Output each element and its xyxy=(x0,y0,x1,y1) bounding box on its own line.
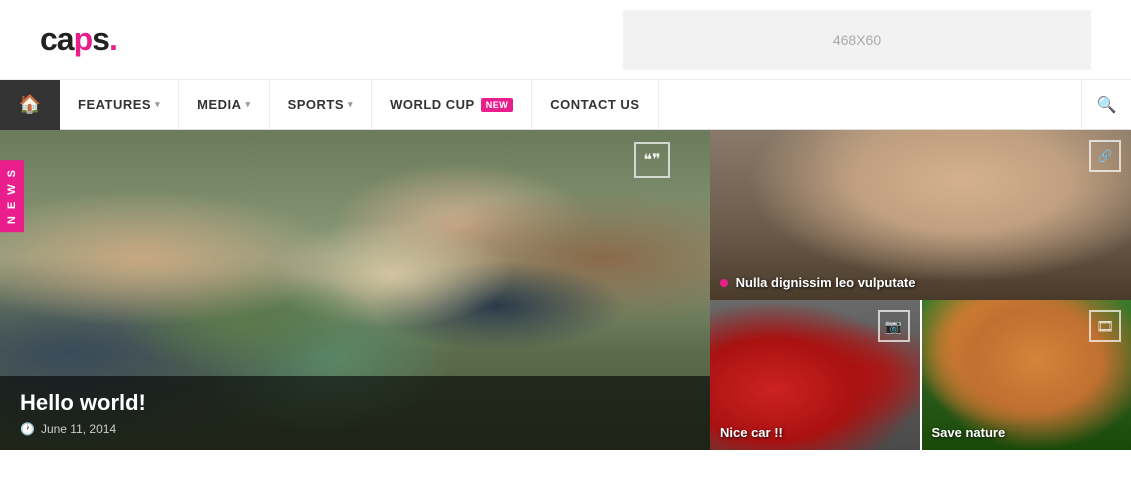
sidebar-top-caption: Nulla dignissim leo vulputate xyxy=(720,275,916,290)
search-icon: 🔍 xyxy=(1097,95,1117,115)
nav-media[interactable]: MEDIA ▾ xyxy=(179,80,269,130)
logo-p: p xyxy=(74,21,93,57)
quote-icon: ❝❞ xyxy=(634,142,670,178)
article-info: Hello world! 🕐 June 11, 2014 xyxy=(0,376,710,450)
car-article[interactable]: 📷 Nice car !! xyxy=(710,300,922,450)
logo[interactable]: caps. xyxy=(40,21,117,58)
ad-banner: 468X60 xyxy=(623,10,1091,70)
dot-red xyxy=(720,279,728,287)
home-icon: 🏠 xyxy=(19,94,41,115)
nav-sports[interactable]: SPORTS ▾ xyxy=(270,80,373,130)
new-badge: NEW xyxy=(481,98,514,112)
sidebar-articles: 🔗 Nulla dignissim leo vulputate 📷 Nice c… xyxy=(710,130,1131,450)
chevron-down-icon: ▾ xyxy=(246,99,251,110)
nav-world-cup-label: WORLD CUP xyxy=(390,97,475,112)
header: caps. 468X60 xyxy=(0,0,1131,80)
logo-ca: ca xyxy=(40,21,74,57)
logo-s: s. xyxy=(92,21,117,57)
nav-world-cup[interactable]: WORLD CUP NEW xyxy=(372,80,532,130)
navbar: 🏠 FEATURES ▾ MEDIA ▾ SPORTS ▾ WORLD CUP … xyxy=(0,80,1131,130)
link-icon: 🔗 xyxy=(1089,140,1121,172)
nature-caption: Save nature xyxy=(932,425,1006,440)
main-content: N E W S ❝❞ Hello world! 🕐 June 11, 2014 … xyxy=(0,130,1131,450)
film-icon: 🎞 xyxy=(1089,310,1121,342)
nav-media-label: MEDIA xyxy=(197,97,241,112)
nav-contact-us[interactable]: CONTACT US xyxy=(532,80,658,130)
ad-banner-label: 468X60 xyxy=(833,32,881,48)
camera-icon: 📷 xyxy=(878,310,910,342)
nav-sports-label: SPORTS xyxy=(288,97,344,112)
nature-article[interactable]: 🎞 Save nature xyxy=(922,300,1131,450)
article-date-text: June 11, 2014 xyxy=(41,422,116,436)
sidebar-top-caption-text: Nulla dignissim leo vulputate xyxy=(736,275,916,290)
nav-features[interactable]: FEATURES ▾ xyxy=(60,80,179,130)
sidebar-top-article[interactable]: 🔗 Nulla dignissim leo vulputate xyxy=(710,130,1131,300)
chevron-down-icon: ▾ xyxy=(348,99,353,110)
clock-icon: 🕐 xyxy=(20,422,35,436)
article-date: 🕐 June 11, 2014 xyxy=(20,422,690,436)
search-button[interactable]: 🔍 xyxy=(1081,80,1131,130)
chevron-down-icon: ▾ xyxy=(155,99,160,110)
news-tag: N E W S xyxy=(0,160,24,232)
article-title: Hello world! xyxy=(20,390,690,416)
nav-contact-label: CONTACT US xyxy=(550,97,639,112)
nav-features-label: FEATURES xyxy=(78,97,151,112)
featured-article[interactable]: N E W S ❝❞ Hello world! 🕐 June 11, 2014 xyxy=(0,130,710,450)
nav-home-button[interactable]: 🏠 xyxy=(0,80,60,130)
sidebar-bottom: 📷 Nice car !! 🎞 Save nature xyxy=(710,300,1131,450)
car-caption: Nice car !! xyxy=(720,425,783,440)
